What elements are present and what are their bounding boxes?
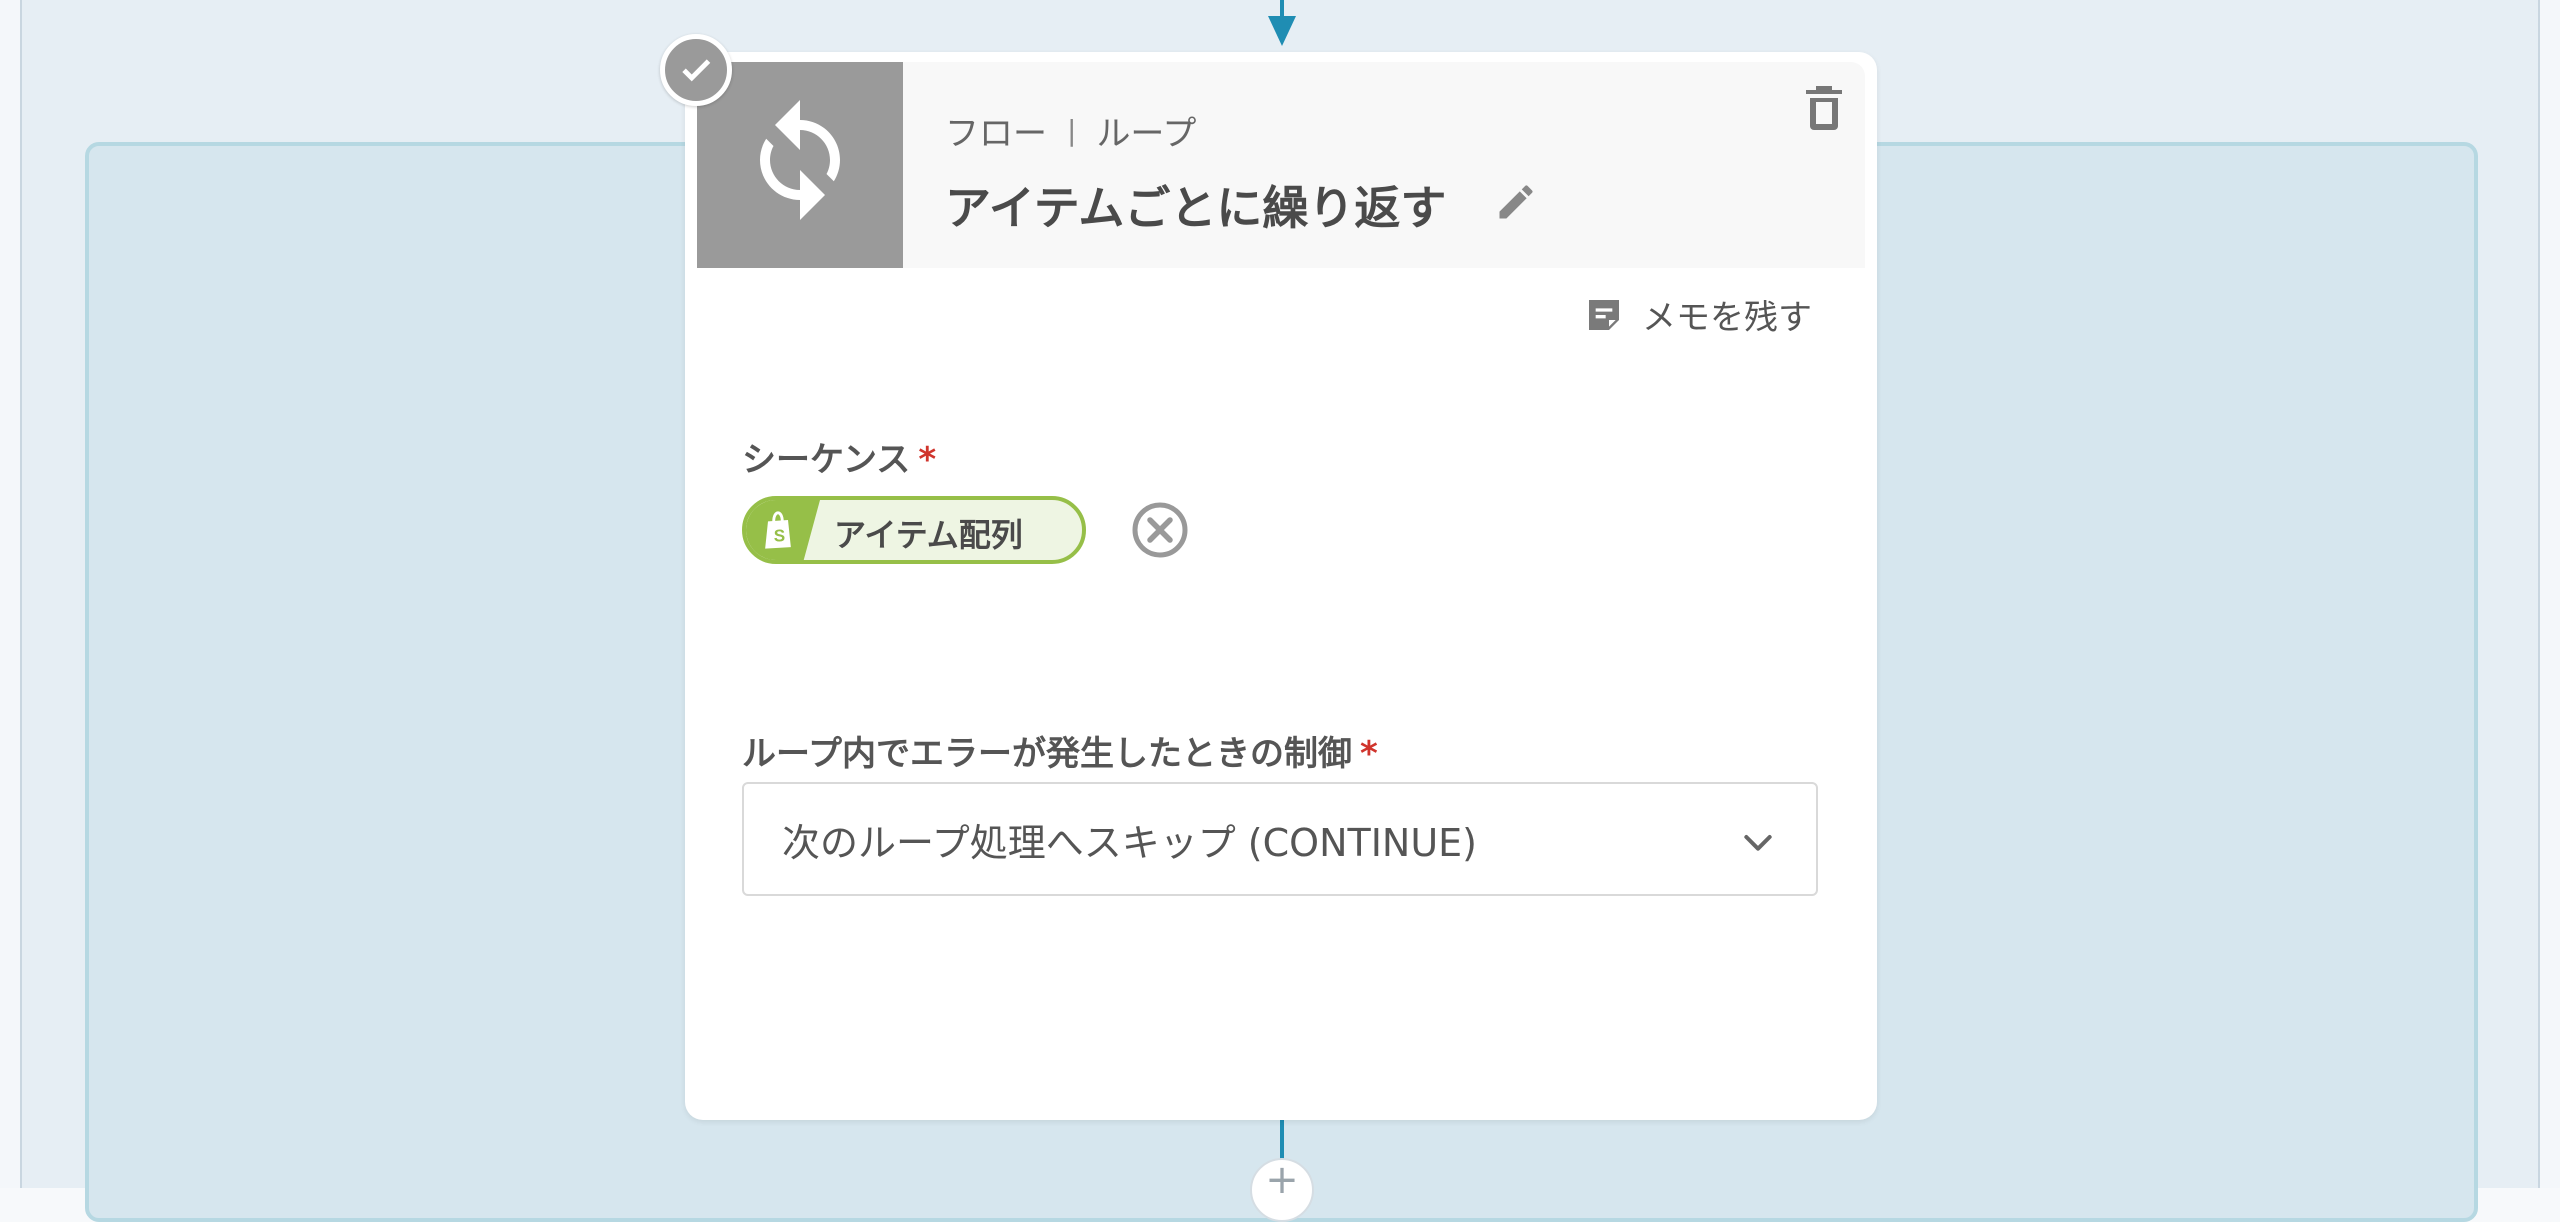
breadcrumb-separator: | [1067,114,1077,147]
shopify-bag-icon: S [765,511,791,549]
flow-canvas: + フロー | ループ アイテムごとに繰り返す メモを残す シーケンス * S … [0,0,2560,1222]
connector-arrow-icon [1268,16,1296,46]
node-title: アイテムごとに繰り返す [945,181,1447,235]
pencil-icon[interactable] [1494,180,1538,224]
node-header: フロー | ループ アイテムごとに繰り返す [697,62,1865,268]
check-icon [660,34,732,106]
required-mark: * [1359,734,1378,774]
chip-label: アイテム配列 [834,516,1023,554]
add-memo-button[interactable]: メモを残す [1584,290,1812,339]
breadcrumb-type: ループ [1096,114,1197,154]
note-icon [1589,299,1619,330]
close-circle-icon[interactable] [1130,500,1190,560]
breadcrumb-category: フロー [945,114,1047,154]
sequence-field-label: シーケンス * [742,432,936,481]
trash-icon[interactable] [1804,82,1844,130]
sequence-variable-chip[interactable]: S アイテム配列 [742,496,1086,564]
loop-sync-icon [697,62,903,268]
error-control-field-label: ループ内でエラーが発生したときの制御 * [742,726,1378,775]
required-mark: * [918,440,937,480]
canvas-right-edge [2538,0,2560,1188]
svg-text:S: S [774,525,785,545]
memo-label: メモを残す [1642,298,1812,338]
chevron-down-icon [1744,835,1772,851]
canvas-left-edge [0,0,22,1188]
node-breadcrumb: フロー | ループ [945,106,1196,155]
error-control-select[interactable]: 次のループ処理へスキップ (CONTINUE) [742,782,1818,896]
add-step-button[interactable]: + [1250,1158,1314,1222]
sequence-label-text: シーケンス [742,440,911,480]
loop-node-card[interactable]: フロー | ループ アイテムごとに繰り返す メモを残す [685,52,1877,1120]
error-control-label-text: ループ内でエラーが発生したときの制御 [742,734,1352,774]
select-value: 次のループ処理へスキップ (CONTINUE) [782,820,1477,865]
